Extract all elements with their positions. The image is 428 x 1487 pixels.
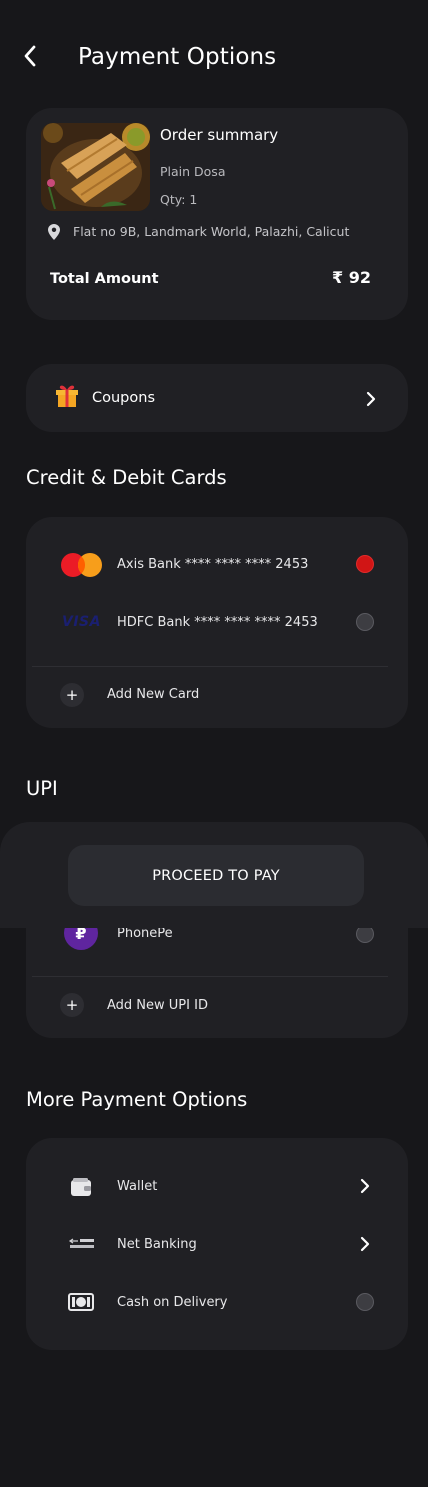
card-label: HDFC Bank **** **** **** 2453 <box>117 615 318 630</box>
page-title: Payment Options <box>78 44 277 70</box>
order-quantity: Qty: 1 <box>160 192 198 207</box>
total-amount-label: Total Amount <box>50 271 159 287</box>
upi-section-title: UPI <box>26 777 58 800</box>
more-options-section-title: More Payment Options <box>26 1088 248 1111</box>
total-amount-value: ₹ 92 <box>332 268 371 287</box>
more-options-list: Wallet Net Banking Cash on Delivery <box>26 1138 408 1350</box>
add-new-card-label: Add New Card <box>107 687 200 702</box>
order-summary-title: Order summary <box>160 126 279 144</box>
order-summary-card: Order summary Plain Dosa Qty: 1 Flat no … <box>26 108 408 320</box>
cash-icon <box>68 1293 94 1311</box>
card-radio-selected[interactable] <box>356 555 374 573</box>
cards-section-title: Credit & Debit Cards <box>26 466 227 489</box>
plus-icon: + <box>60 683 84 707</box>
coupons-row[interactable]: Coupons <box>26 364 408 432</box>
cards-list: Axis Bank **** **** **** 2453 VISA HDFC … <box>26 517 408 728</box>
back-arrow-icon <box>24 45 36 67</box>
option-label: Cash on Delivery <box>117 1295 228 1310</box>
divider <box>32 666 388 667</box>
option-label: Net Banking <box>117 1237 197 1252</box>
option-label: Wallet <box>117 1179 158 1194</box>
plus-icon: + <box>60 993 84 1017</box>
gift-icon <box>56 385 78 407</box>
divider <box>32 976 388 977</box>
chevron-right-icon <box>360 1236 370 1252</box>
delivery-address: Flat no 9B, Landmark World, Palazhi, Cal… <box>73 224 350 239</box>
wallet-icon <box>71 1178 91 1196</box>
bank-transfer-icon <box>68 1238 94 1248</box>
order-item-name: Plain Dosa <box>160 164 226 179</box>
add-new-upi-label: Add New UPI ID <box>107 998 208 1013</box>
card-radio[interactable] <box>356 613 374 631</box>
chevron-right-icon <box>360 1178 370 1194</box>
cod-radio[interactable] <box>356 1293 374 1311</box>
mastercard-icon <box>61 553 102 577</box>
coupons-label: Coupons <box>92 390 156 406</box>
location-pin-icon <box>48 224 60 240</box>
food-image <box>41 123 150 211</box>
chevron-right-icon <box>366 391 376 407</box>
proceed-to-pay-button[interactable]: PROCEED TO PAY <box>68 845 364 906</box>
back-button[interactable] <box>22 42 46 70</box>
visa-icon: VISA <box>62 614 101 630</box>
card-label: Axis Bank **** **** **** 2453 <box>117 557 309 572</box>
